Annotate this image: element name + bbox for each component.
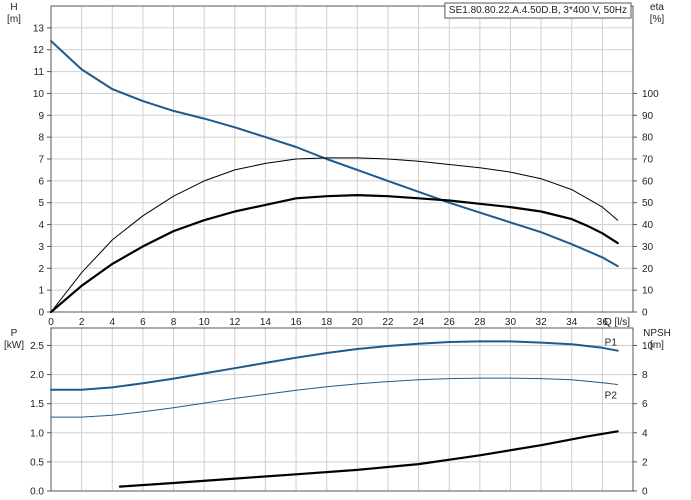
panel1-left-axis-label: [m] [7,14,21,25]
panel2-left-tick-label: 0.5 [30,457,44,468]
panel1-x-tick-label: 12 [229,317,241,328]
panel1-left-tick-label: 6 [38,176,44,187]
panel1-right-tick-label: 70 [642,155,654,166]
panel1-right-axis-label: [%] [650,14,665,25]
panel1-left-tick-label: 7 [38,155,44,166]
panel1-left-tick-label: 2 [38,264,44,275]
panel1-left-tick-label: 12 [33,45,45,56]
panel1-x-tick-label: 30 [505,317,517,328]
panel2-right-tick-label: 0 [642,487,648,498]
panel2-left-tick-label: 0.0 [30,487,44,498]
panel1-x-tick-label: 24 [413,317,425,328]
panel1-x-axis-label: Q [l/s] [604,317,630,328]
panel2-series-label: P1 [605,338,618,349]
panel2-series-line-3 [118,430,619,488]
panel1-right-tick-label: 20 [642,264,654,275]
panel1-x-tick-label: 18 [321,317,333,328]
panel1-left-tick-label: 8 [38,133,44,144]
panel1-x-tick-label: 28 [474,317,486,328]
panel1-left-tick-label: 4 [38,220,44,231]
panel1-left-tick-label: 9 [38,111,44,122]
panel1-series-line-3 [49,194,619,314]
panel1-right-tick-label: 60 [642,176,654,187]
panel2-right-tick-label: 2 [642,457,648,468]
panel1-x-tick-label: 6 [140,317,146,328]
panel1-x-tick-label: 0 [48,317,54,328]
panel1-left-tick-label: 10 [33,89,45,100]
panel2-left-tick-label: 1.5 [30,399,44,410]
panel1-right-tick-label: 100 [642,89,659,100]
panel1-x-tick-label: 4 [109,317,115,328]
panel1-left-tick-label: 5 [38,198,44,209]
panel1-left-tick-label: 0 [38,308,44,319]
panel2-left-tick-label: 2.5 [30,341,44,352]
panel1-x-tick-label: 22 [382,317,394,328]
panel1-right-tick-label: 50 [642,198,654,209]
chart-title: SE1.80.80.22.A.4.50D.B, 3*400 V, 50Hz [449,5,627,16]
panel2-right-axis-label: NPSH [643,328,671,339]
panel2-right-tick-label: 8 [642,370,648,381]
panel2-left-axis-label: P [11,328,18,339]
panel1-x-tick-label: 26 [444,317,456,328]
panel1-x-tick-label: 32 [536,317,548,328]
panel1-right-tick-label: 90 [642,111,654,122]
pump-performance-chart: 0123456789101112130102030405060708090100… [4,2,671,498]
panel2-series-line-1 [50,340,619,391]
panel2-left-tick-label: 2.0 [30,370,44,381]
panel1-right-tick-label: 10 [642,286,654,297]
panel1-x-tick-label: 2 [79,317,85,328]
panel1-left-tick-label: 3 [38,242,44,253]
panel1-left-tick-label: 11 [34,67,45,78]
panel2-right-tick-label: 4 [642,428,648,439]
panel1-right-tick-label: 40 [642,220,654,231]
panel1-left-axis-label: H [10,2,17,13]
panel2-right-tick-label: 6 [642,399,648,410]
panel2-plot-frame [50,327,634,492]
panel1-x-tick-label: 20 [352,317,364,328]
panel1-series-line-1 [50,40,619,268]
panel1-x-tick-label: 10 [199,317,211,328]
panel2-series-label: P2 [605,390,618,401]
panel1-left-tick-label: 1 [38,286,44,297]
panel1-right-tick-label: 30 [642,242,654,253]
panel1-right-tick-label: 80 [642,133,654,144]
panel2-right-axis-label: [m] [650,340,664,351]
panel1-right-tick-label: 0 [642,308,648,319]
panel1-x-tick-label: 8 [171,317,177,328]
panel2-left-axis-label: [kW] [4,340,24,351]
panel2-left-tick-label: 1.0 [30,428,44,439]
panel1-x-tick-label: 34 [566,317,578,328]
panel1-x-tick-label: 14 [260,317,272,328]
panel1-x-tick-label: 16 [290,317,302,328]
panel1-left-tick-label: 13 [33,23,45,34]
panel1-right-axis-label: eta [650,2,664,13]
